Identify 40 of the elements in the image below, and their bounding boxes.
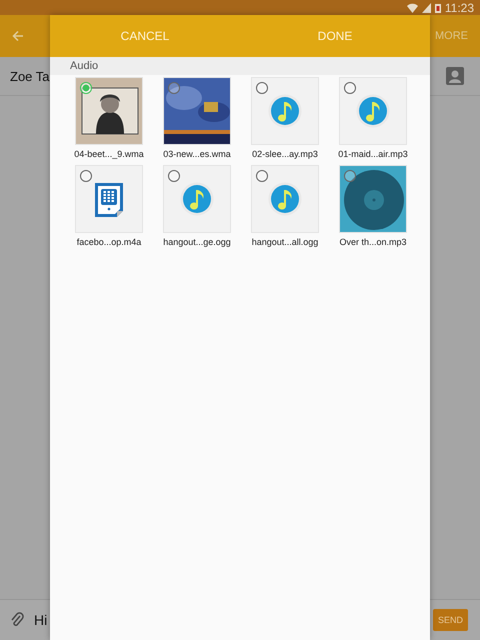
music-note-icon [268, 94, 302, 128]
file-tile[interactable] [251, 77, 319, 145]
file-tile[interactable] [163, 165, 231, 233]
contact-icon[interactable] [446, 67, 464, 85]
music-note-icon [180, 182, 214, 216]
file-tile[interactable] [75, 165, 143, 233]
file-tile[interactable] [75, 77, 143, 145]
radio-button[interactable] [168, 82, 180, 94]
file-name: 04-beet..._9.wma [74, 149, 144, 159]
file-name: 03-new...es.wma [163, 149, 231, 159]
file-name: 01-maid...air.mp3 [338, 149, 408, 159]
signal-icon [422, 2, 431, 12]
more-button[interactable]: MORE [435, 30, 468, 42]
file-name: 02-slee...ay.mp3 [252, 149, 318, 159]
cancel-button[interactable]: CANCEL [50, 15, 240, 57]
radio-button[interactable] [168, 170, 180, 182]
send-button[interactable]: SEND [432, 609, 468, 631]
file-name: hangout...ge.ogg [163, 237, 231, 247]
wifi-icon [406, 2, 418, 12]
contact-name: Zoe Ta [10, 68, 50, 84]
done-button[interactable]: DONE [240, 15, 430, 57]
file-tile[interactable] [163, 77, 231, 145]
message-input[interactable]: Hi [34, 612, 48, 628]
file-tile[interactable] [339, 165, 407, 233]
radio-button[interactable] [80, 170, 92, 182]
file-name: facebo...op.m4a [76, 237, 142, 247]
file-name: hangout...all.ogg [252, 237, 318, 247]
status-time: 11:23 [444, 0, 474, 14]
battery-icon [434, 2, 441, 12]
paperclip-icon[interactable] [10, 612, 24, 628]
music-note-icon [356, 94, 390, 128]
music-note-icon [268, 182, 302, 216]
file-tile[interactable] [339, 77, 407, 145]
file-tile[interactable] [251, 165, 319, 233]
radio-button[interactable] [344, 170, 356, 182]
radio-button[interactable] [344, 82, 356, 94]
radio-button[interactable] [256, 170, 268, 182]
section-title: Audio [70, 60, 98, 72]
file-name: Over th...on.mp3 [339, 237, 407, 247]
radio-button[interactable] [256, 82, 268, 94]
